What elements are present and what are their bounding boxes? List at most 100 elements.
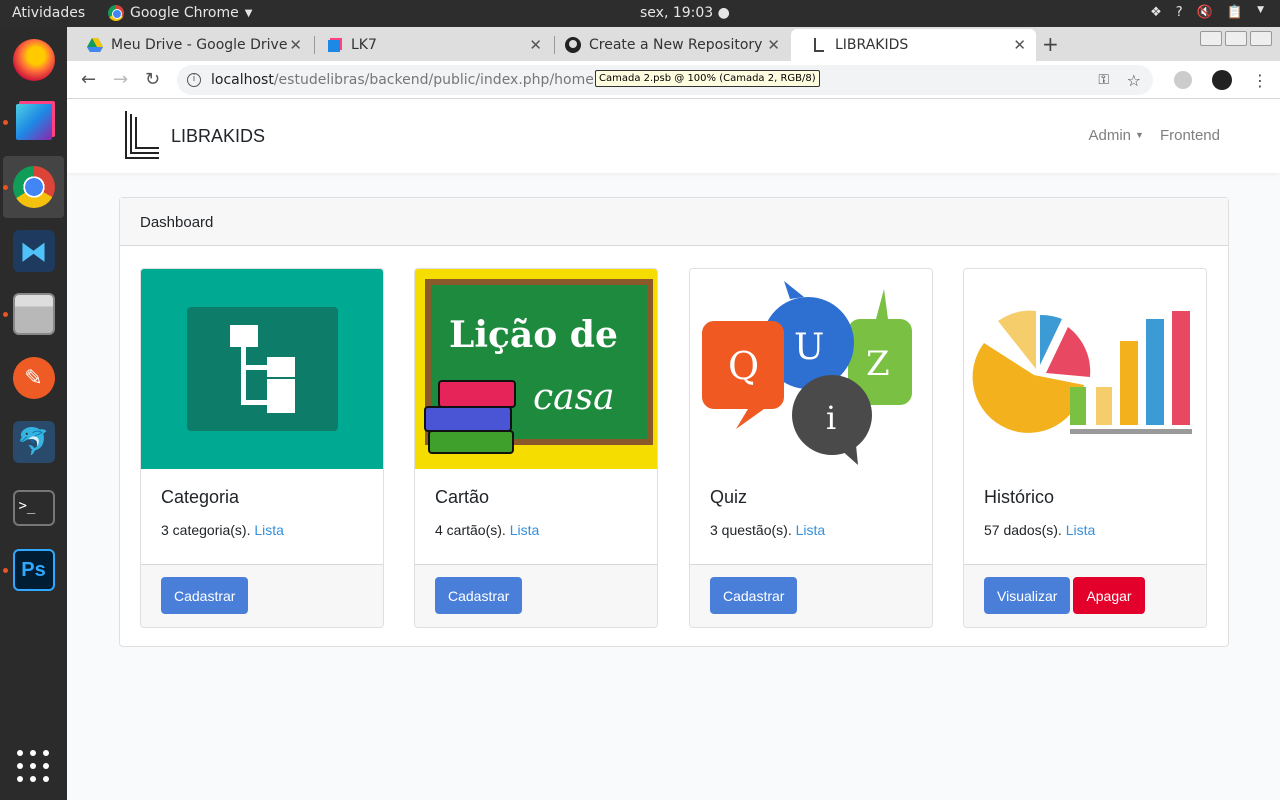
navbar: LIBRAKIDS Admin ▼ Frontend: [67, 99, 1280, 173]
photoshop-icon: Ps: [12, 549, 55, 591]
tab-strip: Meu Drive - Google Drive ✕ LK7 ✕ Create …: [67, 27, 1280, 61]
count-text: 4 cartão(s).: [435, 522, 506, 538]
dock-mysql-workbench[interactable]: 🐬: [0, 411, 67, 473]
nav-links: Admin ▼ Frontend: [1089, 127, 1221, 144]
card-title: Quiz: [710, 487, 748, 507]
tab-lk7[interactable]: LK7 ✕: [307, 29, 552, 61]
extension-icon[interactable]: [1174, 71, 1192, 89]
google-drive-icon: [87, 38, 103, 52]
tab-title: LIBRAKIDS: [835, 37, 909, 53]
mysql-workbench-icon: 🐬: [12, 421, 55, 463]
files-icon: [12, 293, 55, 335]
postman-icon: ✎: [12, 357, 55, 399]
dock-files[interactable]: [0, 283, 67, 345]
close-window-button[interactable]: [1250, 31, 1272, 46]
categoria-image: [141, 269, 383, 469]
brand[interactable]: LIBRAKIDS: [125, 111, 265, 161]
clock[interactable]: sex, 19:03 ●: [640, 5, 730, 21]
url-host: localhost: [211, 72, 274, 88]
caret-down-icon: ▼: [1135, 130, 1144, 140]
librakids-logo-icon: [814, 38, 824, 52]
quiz-letter-u: U: [794, 327, 824, 368]
chevron-down-icon[interactable]: ▼: [1257, 5, 1264, 20]
card-text: 57 dados(s). Lista: [984, 522, 1186, 538]
terminal-icon: >_: [12, 490, 55, 526]
lista-link[interactable]: Lista: [510, 522, 540, 538]
new-tab-button[interactable]: +: [1042, 32, 1059, 56]
nav-admin-dropdown[interactable]: Admin ▼: [1089, 127, 1144, 144]
star-icon[interactable]: ☆: [1127, 71, 1141, 90]
quiz-letter-i: i: [826, 399, 836, 437]
dock-photoshop[interactable]: Ps: [0, 539, 67, 601]
chrome-icon: [108, 5, 124, 21]
tab-librakids[interactable]: LIBRAKIDS ✕: [791, 29, 1036, 61]
dock-postman[interactable]: ✎: [0, 347, 67, 409]
tab-title: LK7: [351, 37, 377, 53]
menu-icon[interactable]: ⋮: [1252, 71, 1268, 90]
minimize-button[interactable]: [1200, 31, 1222, 46]
vscode-icon: ⧓: [12, 230, 55, 272]
help-icon[interactable]: ?: [1176, 5, 1183, 20]
profile-avatar[interactable]: [1212, 70, 1232, 90]
system-top-bar: Atividades Google Chrome ▼ sex, 19:03 ● …: [0, 0, 1280, 27]
cadastrar-button[interactable]: Cadastrar: [161, 577, 249, 614]
key-icon[interactable]: ⚿: [1098, 72, 1109, 88]
card-text: 4 cartão(s). Lista: [435, 522, 637, 538]
dashboard-header: Dashboard: [120, 198, 1228, 246]
maximize-button[interactable]: [1225, 31, 1247, 46]
card-title: Categoria: [161, 487, 240, 507]
cadastrar-button[interactable]: Cadastrar: [710, 577, 798, 614]
close-icon[interactable]: ✕: [529, 36, 542, 54]
licao-text-line2: casa: [533, 377, 615, 418]
apagar-button[interactable]: Apagar: [1073, 577, 1145, 614]
close-icon[interactable]: ✕: [289, 36, 302, 54]
web-page: LIBRAKIDS Admin ▼ Frontend Dashboard Cat…: [67, 99, 1280, 800]
clipboard-icon[interactable]: 📋: [1227, 5, 1243, 20]
dock-chrome[interactable]: [3, 156, 64, 218]
visualizar-button[interactable]: Visualizar: [984, 577, 1071, 614]
dock-terminal[interactable]: >_: [0, 477, 67, 539]
dock-firefox[interactable]: [0, 29, 67, 91]
historico-image: [964, 269, 1206, 469]
volume-icon[interactable]: 🔇: [1197, 5, 1213, 20]
system-tray[interactable]: ❖ ? 🔇 📋 ▼: [1150, 5, 1264, 20]
chevron-down-icon: ▼: [244, 7, 253, 19]
clock-label: sex, 19:03: [640, 5, 714, 21]
tab-google-drive[interactable]: Meu Drive - Google Drive ✕: [67, 29, 312, 61]
dock-vscode[interactable]: ⧓: [0, 220, 67, 282]
cadastrar-button[interactable]: Cadastrar: [435, 577, 523, 614]
nav-frontend-link[interactable]: Frontend: [1160, 127, 1220, 144]
card-text: 3 categoria(s). Lista: [161, 522, 363, 538]
lista-link[interactable]: Lista: [254, 522, 284, 538]
quiz-image: Q U Z i: [690, 269, 932, 469]
close-icon[interactable]: ✕: [767, 36, 780, 54]
cartao-image: Lição de casa: [415, 269, 657, 469]
close-icon[interactable]: ✕: [1013, 36, 1026, 54]
chalkboard-icon: Lição de casa: [424, 279, 653, 454]
layers-app-icon: [15, 104, 52, 140]
count-text: 3 categoria(s).: [161, 522, 251, 538]
dock-layers-app[interactable]: [0, 91, 67, 153]
card-cartao: Lição de casa Cartão 4 cartão(s). Lista: [414, 268, 658, 628]
back-arrow-icon[interactable]: ←: [81, 69, 96, 90]
card-text: 3 questão(s). Lista: [710, 522, 912, 538]
info-icon[interactable]: i: [187, 73, 201, 87]
card-title: Cartão: [435, 487, 490, 507]
lista-link[interactable]: Lista: [796, 522, 826, 538]
firefox-icon: [12, 39, 55, 81]
tab-title: Meu Drive - Google Drive: [111, 37, 288, 53]
card-categoria: Categoria 3 categoria(s). Lista Cadastra…: [140, 268, 384, 628]
nav-admin-label: Admin: [1088, 127, 1132, 144]
activities-button[interactable]: Atividades: [12, 5, 85, 21]
forward-arrow-icon[interactable]: →: [113, 69, 128, 90]
tab-github[interactable]: Create a New Repository ✕: [545, 29, 790, 61]
app-menu[interactable]: Google Chrome ▼: [108, 5, 252, 21]
lista-link[interactable]: Lista: [1066, 522, 1096, 538]
show-applications-icon[interactable]: [17, 750, 49, 782]
dashboard-card: Dashboard Categoria 3 categoria(s). List…: [119, 197, 1229, 647]
count-text: 57 dados(s).: [984, 522, 1062, 538]
reload-icon[interactable]: ↻: [145, 69, 160, 90]
dropbox-icon[interactable]: ❖: [1150, 5, 1162, 20]
quiz-letter-z: Z: [866, 344, 890, 384]
licao-text-line1: Lição de: [449, 314, 618, 356]
